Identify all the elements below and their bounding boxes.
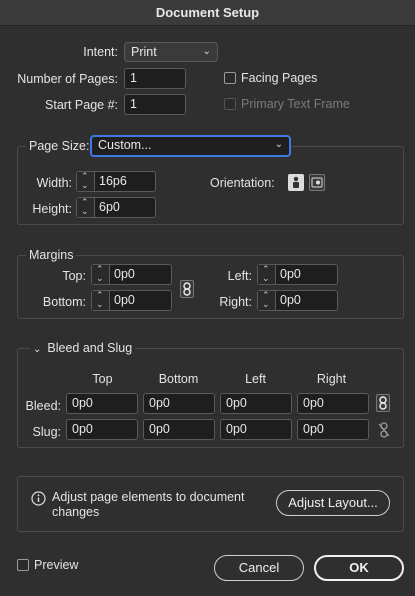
intent-label: Intent: bbox=[83, 45, 118, 59]
bleed-slug-title: Bleed and Slug bbox=[47, 341, 133, 355]
margins-link-button[interactable] bbox=[180, 280, 194, 298]
stepper-arrows[interactable]: ⌃ ⌄ bbox=[77, 171, 95, 191]
page-size-value: Custom... bbox=[98, 138, 152, 152]
link-icon bbox=[379, 396, 387, 410]
intent-value: Print bbox=[131, 45, 157, 59]
primary-text-frame-checkbox[interactable] bbox=[224, 98, 236, 110]
column-header-top: Top bbox=[92, 372, 113, 386]
width-value: 16p6 bbox=[99, 174, 127, 188]
primary-text-frame-label: Primary Text Frame bbox=[241, 97, 350, 111]
margin-top-label: Top: bbox=[62, 269, 86, 283]
column-header-left: Left bbox=[245, 372, 266, 386]
chevron-down-icon: ⌄ bbox=[262, 299, 270, 309]
margin-right-stepper[interactable]: ⌃ ⌄ 0p0 bbox=[257, 290, 338, 311]
chevron-down-icon: ⌄ bbox=[33, 344, 42, 355]
portrait-orientation-icon bbox=[293, 176, 299, 188]
start-page-label: Start Page #: bbox=[45, 98, 118, 112]
slug-top-field[interactable]: 0p0 bbox=[66, 419, 138, 440]
info-icon bbox=[31, 491, 46, 506]
bleed-top-field[interactable]: 0p0 bbox=[66, 393, 138, 414]
margin-bottom-stepper[interactable]: ⌃ ⌄ 0p0 bbox=[91, 290, 172, 311]
ok-button[interactable]: OK bbox=[314, 555, 404, 581]
window-title: Document Setup bbox=[155, 5, 260, 20]
page-size-select[interactable]: Custom... ⌄ bbox=[90, 135, 291, 157]
stepper-arrows[interactable]: ⌃ ⌄ bbox=[77, 197, 95, 217]
margin-top-stepper[interactable]: ⌃ ⌄ 0p0 bbox=[91, 264, 172, 285]
width-stepper[interactable]: ⌃ ⌄ 16p6 bbox=[76, 171, 156, 192]
column-header-right: Right bbox=[316, 372, 347, 386]
bleed-slug-header[interactable]: ⌄ Bleed and Slug bbox=[30, 341, 136, 355]
column-header-bottom: Bottom bbox=[158, 372, 199, 386]
number-of-pages-label: Number of Pages: bbox=[17, 72, 118, 86]
intent-select[interactable]: Print ⌄ bbox=[124, 42, 218, 62]
orientation-label: Orientation: bbox=[210, 176, 275, 190]
facing-pages-label: Facing Pages bbox=[241, 71, 318, 85]
slug-right-field[interactable]: 0p0 bbox=[297, 419, 369, 440]
height-stepper[interactable]: ⌃ ⌄ 6p0 bbox=[76, 197, 156, 218]
chevron-down-icon: ⌄ bbox=[274, 139, 283, 150]
landscape-orientation-button[interactable] bbox=[309, 174, 325, 191]
page-size-label: Page Size: bbox=[26, 139, 93, 153]
height-label: Height: bbox=[32, 202, 72, 216]
margin-left-label: Left: bbox=[227, 269, 252, 283]
info-icon-wrap bbox=[31, 491, 46, 509]
margin-top-value: 0p0 bbox=[114, 267, 135, 281]
margin-bottom-label: Bottom: bbox=[42, 295, 86, 309]
margin-right-value: 0p0 bbox=[280, 293, 301, 307]
stepper-arrows[interactable]: ⌃ ⌄ bbox=[258, 264, 276, 284]
bleed-label: Bleed: bbox=[25, 399, 61, 413]
stepper-arrows[interactable]: ⌃ ⌄ bbox=[92, 264, 110, 284]
slug-bottom-field[interactable]: 0p0 bbox=[143, 419, 215, 440]
cancel-button[interactable]: Cancel bbox=[214, 555, 304, 581]
slug-left-field[interactable]: 0p0 bbox=[220, 419, 292, 440]
width-label: Width: bbox=[36, 176, 72, 190]
margins-title: Margins bbox=[26, 248, 77, 262]
slug-label: Slug: bbox=[32, 425, 62, 439]
bleed-link-button[interactable] bbox=[376, 394, 390, 412]
portrait-orientation-button[interactable] bbox=[288, 174, 304, 191]
chevron-down-icon: ⌄ bbox=[96, 273, 104, 283]
bleed-left-field[interactable]: 0p0 bbox=[220, 393, 292, 414]
chevron-down-icon: ⌄ bbox=[202, 46, 211, 57]
margin-left-value: 0p0 bbox=[280, 267, 301, 281]
chevron-down-icon: ⌄ bbox=[81, 180, 89, 190]
adjust-layout-button[interactable]: Adjust Layout... bbox=[276, 490, 390, 516]
preview-label: Preview bbox=[34, 558, 79, 572]
slug-unlink-button[interactable] bbox=[377, 421, 391, 439]
height-value: 6p0 bbox=[99, 200, 120, 214]
chevron-down-icon: ⌄ bbox=[81, 206, 89, 216]
bleed-right-field[interactable]: 0p0 bbox=[297, 393, 369, 414]
margin-right-label: Right: bbox=[219, 295, 252, 309]
margins-group bbox=[17, 255, 404, 319]
start-page-field[interactable]: 1 bbox=[124, 94, 186, 115]
number-of-pages-field[interactable]: 1 bbox=[124, 68, 186, 89]
unlink-icon bbox=[378, 422, 390, 438]
link-icon bbox=[183, 282, 191, 296]
adjust-info-text: Adjust page elements to document changes bbox=[52, 490, 245, 519]
chevron-down-icon: ⌄ bbox=[96, 299, 104, 309]
preview-checkbox[interactable] bbox=[17, 559, 29, 571]
bleed-bottom-field[interactable]: 0p0 bbox=[143, 393, 215, 414]
landscape-orientation-icon bbox=[311, 177, 323, 188]
stepper-arrows[interactable]: ⌃ ⌄ bbox=[258, 290, 276, 310]
margin-left-stepper[interactable]: ⌃ ⌄ 0p0 bbox=[257, 264, 338, 285]
chevron-down-icon: ⌄ bbox=[262, 273, 270, 283]
margin-bottom-value: 0p0 bbox=[114, 293, 135, 307]
stepper-arrows[interactable]: ⌃ ⌄ bbox=[92, 290, 110, 310]
facing-pages-checkbox[interactable] bbox=[224, 72, 236, 84]
